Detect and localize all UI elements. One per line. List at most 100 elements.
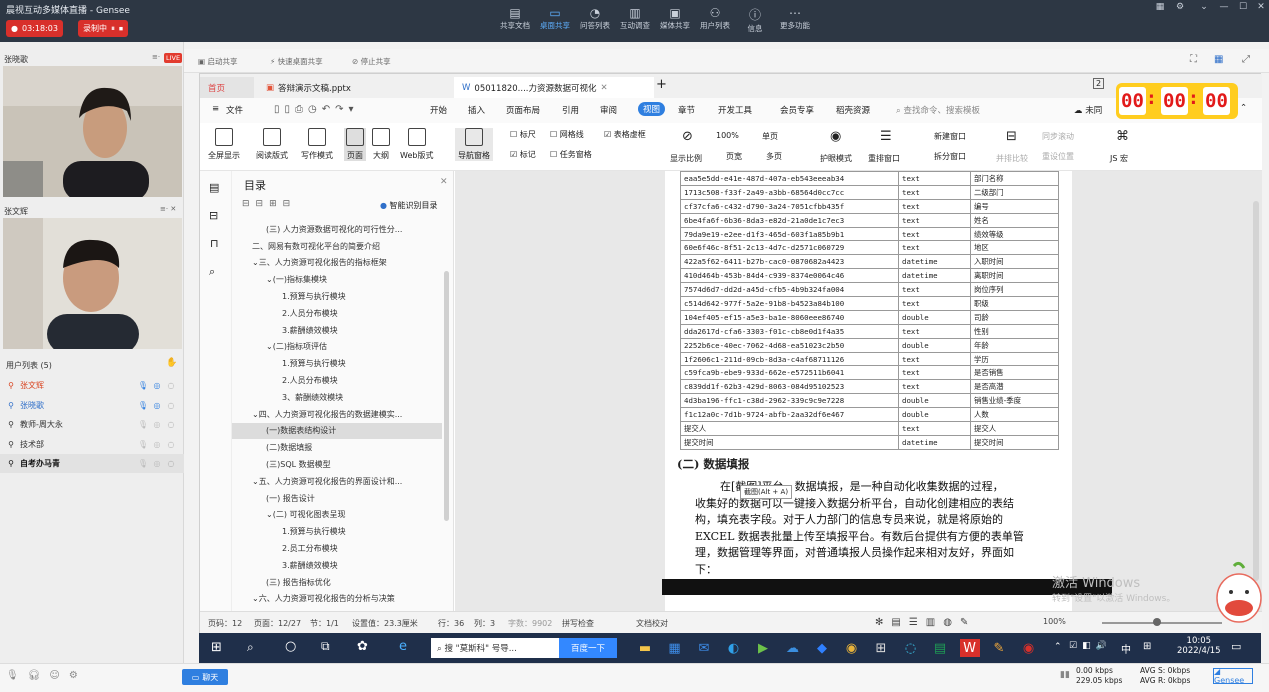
menu-item[interactable]: 页面布局 [506, 104, 540, 116]
chat-icon[interactable]: ◌ [166, 400, 176, 410]
quick-access-icons[interactable]: ▯▯⎙◷↶↷▾ [274, 104, 359, 115]
checkbox-option[interactable]: ☑ 标记 [510, 149, 536, 160]
user-row[interactable]: ⚲ 张文辉 🎙︎ ◎ ◌ [0, 376, 184, 395]
toc-item[interactable]: (三) 报告指标优化 [232, 574, 442, 591]
task-view-icon[interactable]: ⧉ [321, 639, 330, 654]
windows-start-icon[interactable]: ⊞ [211, 640, 222, 655]
toc-item[interactable]: ⌄ (二)指标项评估 [232, 339, 442, 356]
toc-item[interactable]: 2.人员分布模块 [232, 305, 442, 322]
start-share-button[interactable]: ▣ 启动共享 [198, 56, 237, 67]
mic-icon[interactable]: 🎙︎ [138, 420, 148, 430]
menu-item[interactable]: 会员专享 [780, 104, 814, 116]
user-row[interactable]: ⚲ 技术部 🎙︎ ◎ ◌ [0, 435, 184, 454]
menu-item[interactable]: 引用 [562, 104, 579, 116]
user-row[interactable]: ⚲ 教师-周大永 🎙︎ ◎ ◌ [0, 415, 184, 434]
zoom-thumb[interactable] [1153, 618, 1161, 626]
ribbon-option[interactable]: 同步滚动 [1042, 131, 1074, 142]
ie-icon[interactable]: e [399, 639, 407, 654]
ribbon-option[interactable]: 新建窗口 [934, 131, 966, 142]
toc-item[interactable]: (二)数据填报 [232, 439, 442, 456]
toc-item[interactable]: 1.预算与执行模块 [232, 355, 442, 372]
chat-icon[interactable]: ◌ [166, 381, 176, 391]
hand-icon[interactable]: ✋ [166, 358, 177, 368]
file-explorer-icon[interactable]: ▬ [635, 639, 655, 657]
close-icon[interactable]: ✕ [1253, 1, 1269, 13]
mic-icon[interactable]: 🎙︎ [138, 381, 148, 391]
store-icon[interactable]: ⊞ [871, 639, 891, 657]
chevron-down-icon[interactable]: ⌄ [1196, 1, 1212, 13]
menu-item[interactable]: 章节 [678, 104, 695, 116]
video-menu-icon-2[interactable]: ≡· ✕ [160, 205, 176, 213]
toc-item[interactable]: (一)数据表结构设计 [232, 422, 442, 440]
status-doc-check[interactable]: 文档校对 [636, 618, 668, 629]
camera-icon[interactable]: ◎ [152, 381, 162, 391]
menu-item[interactable]: 开发工具 [718, 104, 752, 116]
toolbar-user-list[interactable]: ⚇ 用户列表 [696, 6, 734, 31]
chapter-icon[interactable]: ⊟ [209, 209, 218, 222]
menu-item[interactable]: 文件 [226, 104, 243, 116]
toolbar-qa-list[interactable]: ◔ 问答列表 [576, 6, 614, 31]
toolbar-media-share[interactable]: ▣ 媒体共享 [656, 6, 694, 31]
toc-scrollbar[interactable] [444, 271, 449, 521]
toc-item[interactable]: 3、薪酬绩效模块 [232, 389, 442, 406]
pinwheel-icon[interactable]: ✿ [357, 639, 368, 654]
stop-share-button[interactable]: ⊘ 停止共享 [352, 56, 391, 67]
layout-icon[interactable]: ▦ [1214, 54, 1223, 65]
ribbon-option[interactable]: 护眼模式 [820, 153, 852, 164]
toc-panel-icon[interactable]: ▤ [209, 181, 219, 194]
minimize-icon[interactable]: — [1216, 1, 1232, 13]
user-row[interactable]: ⚲ 自考办马青 🎙︎ ◎ ◌ [0, 454, 184, 473]
chrome-icon[interactable]: ◉ [842, 639, 862, 657]
ribbon-option[interactable]: 单页 [762, 131, 778, 142]
wps-icon[interactable]: W [959, 639, 980, 657]
ribbon-writing[interactable]: 写作模式 [301, 128, 333, 161]
chevron-down-icon[interactable]: ⌄ [252, 258, 259, 267]
video-menu-icon[interactable]: ≡· [152, 53, 160, 61]
smart-toc-button[interactable]: ● 智能识别目录 [380, 200, 438, 211]
tray-icons[interactable]: ☑◧🔊 [1069, 641, 1112, 651]
system-clock[interactable]: 10:05 2022/4/15 [1177, 636, 1221, 656]
tray-chevron-icon[interactable]: ⌃ [1054, 642, 1062, 652]
ribbon-fullscreen[interactable]: 全屏显示 [208, 128, 240, 161]
chevron-down-icon[interactable]: ⌄ [266, 342, 273, 351]
doc-scrollbar[interactable] [1253, 201, 1259, 581]
camera-icon[interactable]: ◎ [152, 459, 162, 469]
toc-item[interactable]: ⌄ (二) 可视化图表呈现 [232, 507, 442, 524]
chevron-down-icon[interactable]: ⌄ [252, 477, 259, 486]
calendar-icon[interactable]: ▦ [665, 639, 685, 657]
toc-item[interactable]: (三)SQL 数据模型 [232, 456, 442, 473]
ribbon-option[interactable]: 拆分窗口 [934, 151, 966, 162]
chat-button[interactable]: ▭ 聊天 [182, 669, 228, 685]
ribbon-reading[interactable]: 阅读版式 [256, 128, 288, 161]
mail-icon[interactable]: ✉ [694, 639, 714, 657]
mic-icon[interactable]: 🎙︎ [138, 459, 148, 469]
toc-item[interactable]: ⌄ 六、人力资源可视化报告的分析与决策 [232, 591, 442, 608]
chat-icon[interactable]: ◌ [166, 420, 176, 430]
toc-item[interactable]: ⌄ 五、人力资源可视化报告的界面设计和... [232, 473, 442, 490]
chevron-down-icon[interactable]: ⌄ [252, 594, 259, 603]
ribbon-option[interactable]: 并排比较 [996, 153, 1028, 164]
recording-button[interactable]: 录制中 ⏸ ⏹ [78, 20, 128, 37]
ribbon-page[interactable]: 页面 [344, 128, 366, 161]
chat-icon[interactable]: ◌ [166, 439, 176, 449]
toc-level-icons[interactable]: ⊟⊟⊞⊟ [242, 199, 296, 209]
toc-item[interactable]: 二、网易有数可视化平台的简要介绍 [232, 238, 442, 255]
ribbon-option[interactable]: 多页 [766, 151, 782, 162]
grid-icon[interactable]: ▦ [1152, 1, 1168, 13]
checkbox-option[interactable]: ☐ 任务窗格 [550, 149, 592, 160]
checkbox-option[interactable]: ☐ 标尺 [510, 129, 536, 140]
ribbon-option[interactable]: 100% [716, 131, 739, 140]
camera-icon[interactable]: ◎ [152, 420, 162, 430]
edge-icon[interactable]: ◌ [901, 639, 921, 657]
zoom-level[interactable]: 100% [1043, 617, 1066, 626]
media-controls[interactable]: 🎙︎🎧︎☺⚙ [6, 670, 87, 681]
toc-item[interactable]: 3.薪酬绩效模块 [232, 557, 442, 574]
cloud-sync[interactable]: ☁ 未同 [1074, 104, 1102, 116]
toc-item[interactable]: ⌄ (一)指标集模块 [232, 271, 442, 288]
toolbar-desktop-share[interactable]: ▭ 桌面共享 [536, 6, 574, 31]
shield-icon[interactable]: ◆ [812, 639, 832, 657]
zoom-slider[interactable] [1102, 622, 1222, 624]
toolbar-more[interactable]: ⋯ 更多功能 [776, 6, 814, 31]
settings-icon[interactable]: ⚙ [1172, 1, 1188, 13]
toc-item[interactable]: (一) 报告设计 [232, 490, 442, 507]
